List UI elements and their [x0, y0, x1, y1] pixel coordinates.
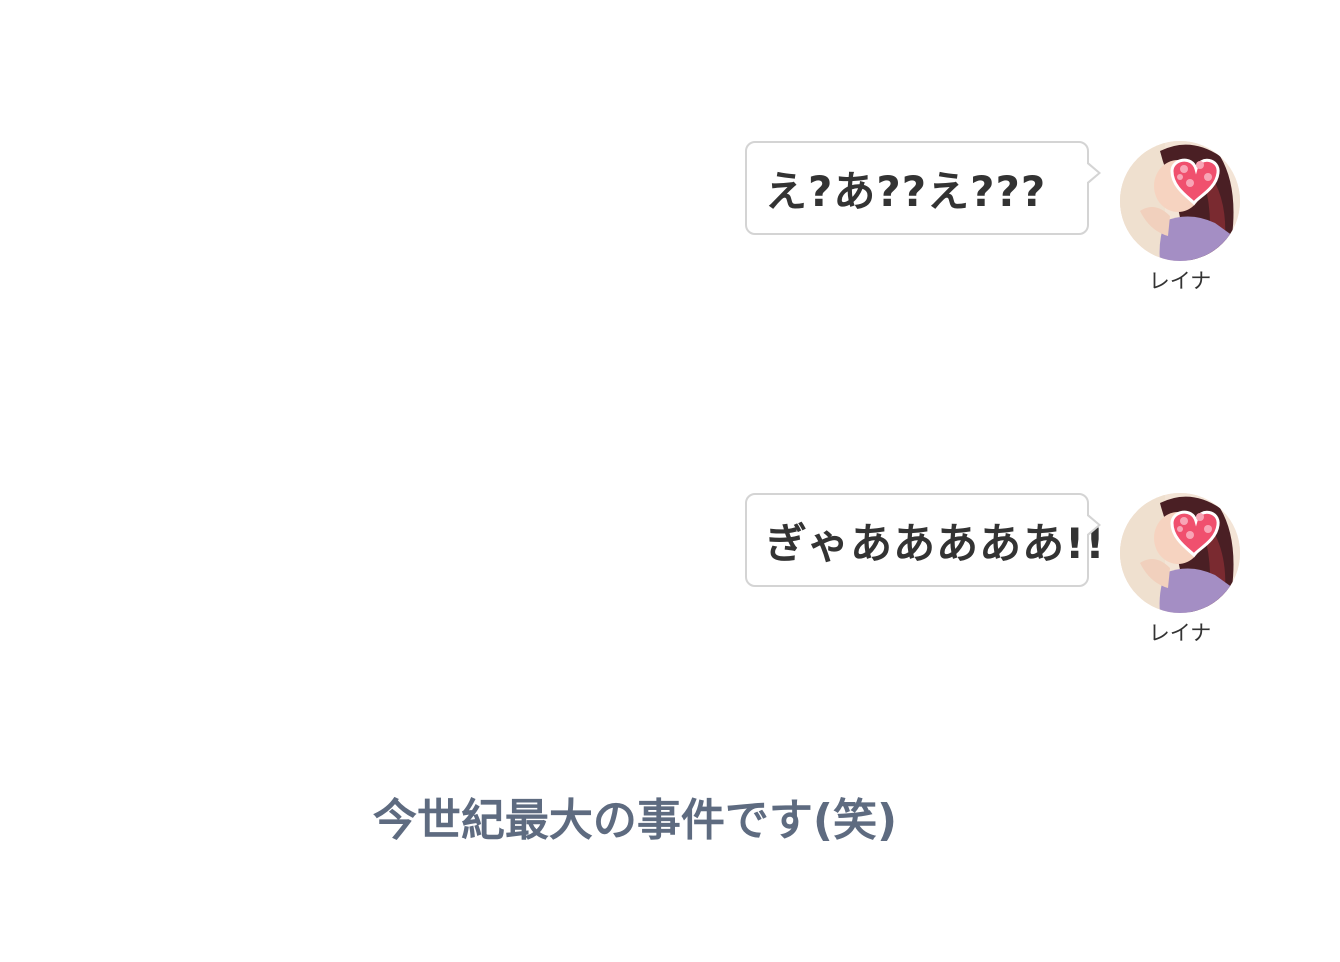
speaker-name: レイナ [1148, 269, 1212, 293]
avatar-photo-heart-icon [1120, 141, 1240, 261]
avatar [1120, 141, 1240, 261]
speech-bubble-text: え?あ??え??? [765, 166, 1047, 216]
avatar [1120, 493, 1240, 613]
caption-text: 今世紀最大の事件です(笑) [372, 795, 898, 846]
chat-message: ぎゃあああああ!! レイナ [0, 493, 1340, 653]
speech-bubble: え?あ??え??? [745, 141, 1101, 235]
speech-bubble-text: ぎゃあああああ!! [765, 518, 1106, 568]
chat-message: え?あ??え??? レイナ [0, 141, 1340, 301]
speech-bubble: ぎゃあああああ!! [745, 493, 1104, 587]
speaker-name: レイナ [1148, 621, 1212, 645]
avatar-photo-heart-icon [1120, 493, 1240, 613]
